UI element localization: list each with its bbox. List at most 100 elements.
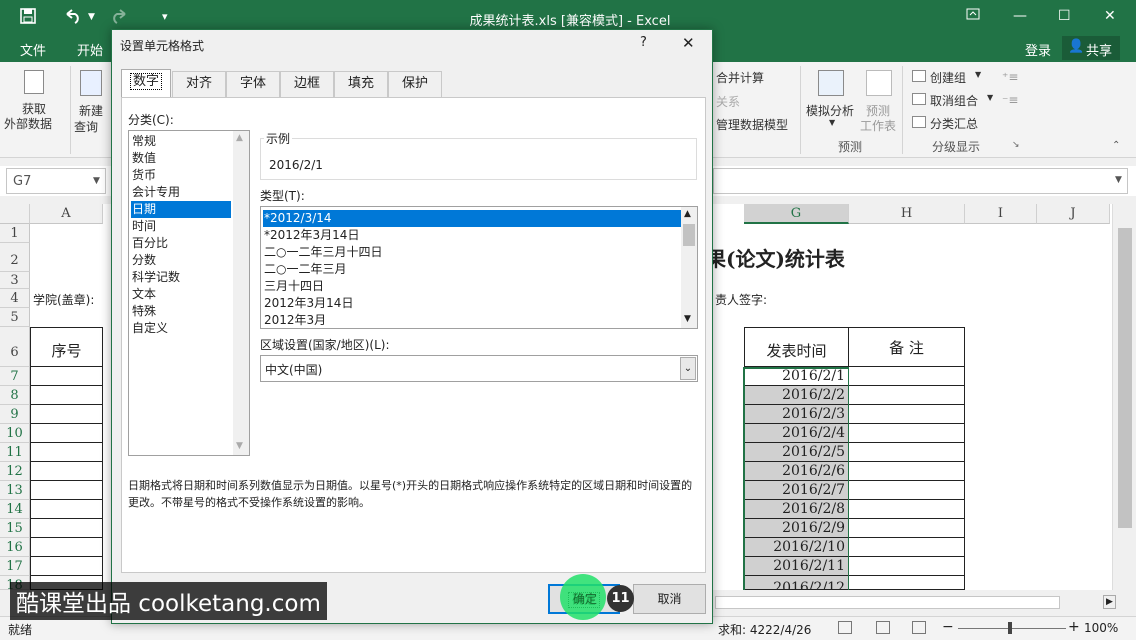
list-item[interactable]: *2012/3/14 [263,210,681,227]
hide-detail-icon[interactable]: ⁻≡ [1002,93,1018,107]
table-cell[interactable] [30,386,103,405]
minimize-icon[interactable]: — [1013,8,1027,24]
row-header[interactable]: 15 [0,519,30,538]
page-break-view-icon[interactable] [912,621,926,634]
list-item[interactable]: 二○一二年三月 [263,261,346,278]
table-cell[interactable] [30,367,103,386]
tab-protection[interactable]: 保护 [388,71,442,97]
header-pubtime[interactable]: 发表时间 [744,327,849,367]
horizontal-scrollbar[interactable]: ▶ [713,592,1136,614]
tab-home[interactable]: 开始 [77,40,103,59]
row-header[interactable]: 13 [0,481,30,500]
row-header[interactable]: 11 [0,443,30,462]
name-box[interactable]: G7 ▼ [6,168,106,194]
new-query-label-2[interactable]: 查询 [74,118,98,135]
table-cell[interactable] [30,557,103,576]
share-button[interactable]: 👤 共享 [1062,36,1120,60]
what-if-analysis-button[interactable]: 模拟分析 [806,102,854,119]
list-item[interactable]: 科学记数 [131,269,180,286]
maximize-icon[interactable]: ☐ [1058,8,1071,24]
row-header[interactable]: 9 [0,405,30,424]
note-cell[interactable] [849,481,965,500]
note-cell[interactable] [849,500,965,519]
manage-data-model-button[interactable]: 管理数据模型 [716,116,788,133]
dropdown-icon[interactable]: ▼ [829,118,835,127]
show-detail-icon[interactable]: ⁺≡ [1002,70,1018,84]
forecast-sheet-label-2[interactable]: 工作表 [860,117,896,134]
zoom-slider[interactable] [958,628,1066,629]
type-list[interactable]: *2012/3/14 *2012年3月14日 二○一二年三月十四日 二○一二年三… [260,206,698,329]
row-header[interactable]: 10 [0,424,30,443]
header-note[interactable]: 备 注 [849,327,965,367]
column-header-j[interactable]: J [1037,204,1110,224]
table-cell[interactable] [30,462,103,481]
chevron-down-icon[interactable]: ⌄ [680,357,696,380]
group-dropdown-icon[interactable]: ▼ [975,70,981,79]
cancel-button[interactable]: 取消 [633,584,706,614]
dialog-close-button[interactable]: ✕ [682,34,695,52]
note-cell[interactable] [849,386,965,405]
list-item[interactable]: 数值 [131,150,156,167]
row-header[interactable]: 12 [0,462,30,481]
column-header-a[interactable]: A [30,204,103,224]
page-layout-view-icon[interactable] [876,621,890,634]
list-item[interactable]: 自定义 [131,320,168,337]
note-cell[interactable] [849,405,965,424]
group-button[interactable]: 创建组 [930,69,966,86]
new-query-label-1[interactable]: 新建 [79,102,103,119]
formula-input[interactable]: ▼ [713,168,1128,194]
status-sum[interactable]: 求和: 4222/4/26 [718,621,811,638]
row-header[interactable]: 6 [0,327,30,367]
note-cell[interactable] [849,519,965,538]
note-cell[interactable] [849,462,965,481]
category-scrollbar[interactable]: ▲ ▼ [233,131,249,455]
row-header[interactable]: 7 [0,367,30,386]
help-button[interactable]: ? [640,35,647,50]
save-icon[interactable] [20,8,36,28]
table-cell[interactable] [30,481,103,500]
list-item[interactable]: 日期 [131,201,231,218]
name-box-dropdown-icon[interactable]: ▼ [93,176,100,186]
column-header-i[interactable]: I [965,204,1037,224]
row-header[interactable]: 4 [0,289,30,308]
scrollbar-thumb[interactable] [715,596,1060,609]
row-header[interactable]: 2 [0,243,30,272]
table-cell[interactable] [30,443,103,462]
row-header[interactable]: 16 [0,538,30,557]
note-cell[interactable] [849,367,965,386]
list-item[interactable]: 货币 [131,167,156,184]
row-header[interactable]: 17 [0,557,30,576]
ungroup-dropdown-icon[interactable]: ▼ [987,93,993,102]
list-item[interactable]: 时间 [131,218,156,235]
consolidate-button[interactable]: 合并计算 [716,69,764,86]
table-cell[interactable] [30,519,103,538]
note-cell[interactable] [849,557,965,576]
tab-border[interactable]: 边框 [280,71,334,97]
list-item[interactable]: 2012年3月14日 [263,295,353,312]
table-cell[interactable] [30,424,103,443]
redo-icon[interactable] [110,8,128,28]
row-header[interactable]: 3 [0,272,30,289]
scroll-up-icon[interactable]: ▲ [684,209,691,219]
undo-icon[interactable] [64,8,82,28]
list-item[interactable]: 分数 [131,252,156,269]
category-list[interactable]: 常规 数值 货币 会计专用 日期 时间 百分比 分数 科学记数 文本 特殊 自定… [128,130,250,456]
normal-view-icon[interactable] [838,621,852,634]
scroll-down-icon[interactable]: ▼ [684,314,691,324]
ungroup-button[interactable]: 取消组合 [930,92,978,109]
scroll-right-icon[interactable]: ▶ [1103,595,1116,609]
column-header-g[interactable]: G [744,204,849,224]
table-cell[interactable] [30,538,103,557]
list-item[interactable]: 二○一二年三月十四日 [263,244,382,261]
note-cell[interactable] [849,424,965,443]
list-item[interactable]: 文本 [131,286,156,303]
tab-font[interactable]: 字体 [226,71,280,97]
scrollbar-thumb[interactable] [683,224,695,246]
select-all-corner[interactable] [0,204,30,224]
subtotal-button[interactable]: 分类汇总 [930,115,978,132]
scroll-up-icon[interactable]: ▲ [236,133,243,143]
scrollbar-thumb[interactable] [1118,228,1132,528]
list-item[interactable]: *2012年3月14日 [263,227,359,244]
relationships-button[interactable]: 关系 [716,93,740,110]
customize-toolbar-icon[interactable]: ▾ [162,10,168,23]
